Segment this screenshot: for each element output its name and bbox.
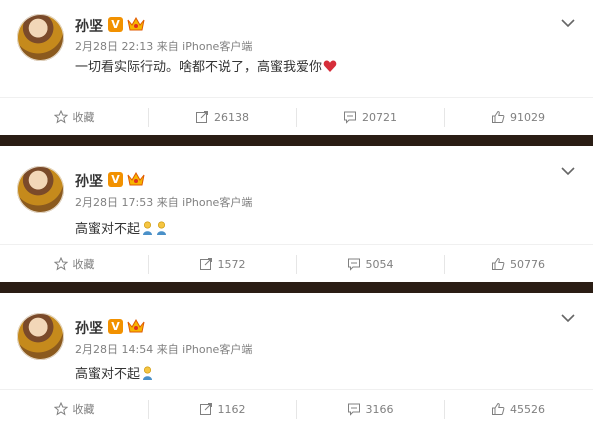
repost-icon bbox=[199, 403, 212, 415]
chevron-down-icon[interactable] bbox=[561, 166, 575, 176]
repost-count: 1162 bbox=[217, 402, 246, 416]
thumbs-up-icon bbox=[492, 402, 505, 415]
post-content: 一切看实际行动。啥都不说了，高蜜我爱你 bbox=[75, 56, 337, 75]
post-content: 高蜜对不起 bbox=[75, 363, 154, 382]
post-divider bbox=[0, 135, 593, 146]
repost-button[interactable]: 26138 bbox=[148, 98, 296, 136]
comment-icon bbox=[347, 403, 360, 416]
kneel-emoji-icon bbox=[143, 366, 153, 380]
avatar[interactable] bbox=[17, 313, 64, 360]
comment-button[interactable]: 5054 bbox=[296, 245, 444, 283]
avatar[interactable] bbox=[17, 14, 64, 61]
favorite-button[interactable]: 收藏 bbox=[0, 245, 148, 283]
star-icon bbox=[53, 257, 68, 271]
heart-icon bbox=[323, 60, 337, 72]
user-name[interactable]: 孙坚 bbox=[75, 16, 103, 36]
weibo-post: 孙坚 V 2月28日 17:53 来自 iPhone客户端 高蜜对不起 收藏 1… bbox=[0, 146, 593, 281]
verified-badge-icon: V bbox=[108, 17, 123, 32]
action-bar: 收藏 1162 3166 45526 bbox=[0, 389, 593, 428]
repost-icon bbox=[196, 111, 208, 123]
repost-count: 26138 bbox=[214, 110, 249, 124]
repost-icon bbox=[199, 258, 212, 270]
post-meta: 2月28日 22:13 来自 iPhone客户端 bbox=[75, 40, 253, 53]
repost-button[interactable]: 1162 bbox=[148, 390, 296, 428]
like-count: 45526 bbox=[510, 402, 545, 416]
post-content: 高蜜对不起 bbox=[75, 218, 168, 237]
like-button[interactable]: 45526 bbox=[444, 390, 592, 428]
post-text: 一切看实际行动。啥都不说了，高蜜我爱你 bbox=[75, 60, 323, 75]
kneel-emoji-icon bbox=[157, 221, 167, 235]
comment-button[interactable]: 20721 bbox=[296, 98, 444, 136]
post-divider bbox=[0, 282, 593, 293]
chevron-down-icon[interactable] bbox=[561, 313, 575, 323]
like-button[interactable]: 50776 bbox=[444, 245, 592, 283]
avatar[interactable] bbox=[17, 166, 64, 213]
crown-icon bbox=[127, 171, 145, 186]
post-meta: 2月28日 14:54 来自 iPhone客户端 bbox=[75, 343, 253, 356]
verified-badge-icon: V bbox=[108, 172, 123, 187]
weibo-post: 孙坚 V 2月28日 14:54 来自 iPhone客户端 高蜜对不起 收藏 1… bbox=[0, 293, 593, 427]
verified-badge-icon: V bbox=[108, 319, 123, 334]
comment-count: 3166 bbox=[365, 402, 394, 416]
action-bar: 收藏 26138 20721 91029 bbox=[0, 97, 593, 136]
kneel-emoji-icon bbox=[143, 221, 153, 235]
action-bar: 收藏 1572 5054 50776 bbox=[0, 244, 593, 283]
post-meta: 2月28日 17:53 来自 iPhone客户端 bbox=[75, 196, 253, 209]
crown-icon bbox=[127, 318, 145, 333]
repost-count: 1572 bbox=[217, 257, 246, 271]
comment-icon bbox=[344, 111, 356, 124]
favorite-button[interactable]: 收藏 bbox=[0, 390, 148, 428]
post-text: 高蜜对不起 bbox=[75, 222, 141, 237]
like-count: 91029 bbox=[510, 110, 545, 124]
user-name[interactable]: 孙坚 bbox=[75, 318, 103, 338]
comment-count: 20721 bbox=[362, 110, 397, 124]
comment-count: 5054 bbox=[365, 257, 394, 271]
comment-icon bbox=[347, 258, 360, 271]
favorite-label: 收藏 bbox=[72, 403, 95, 416]
post-text: 高蜜对不起 bbox=[75, 367, 141, 382]
star-icon bbox=[53, 402, 68, 416]
comment-button[interactable]: 3166 bbox=[296, 390, 444, 428]
favorite-button[interactable]: 收藏 bbox=[0, 98, 148, 136]
user-name[interactable]: 孙坚 bbox=[75, 171, 103, 191]
like-button[interactable]: 91029 bbox=[444, 98, 592, 136]
favorite-label: 收藏 bbox=[72, 111, 95, 124]
like-count: 50776 bbox=[510, 257, 545, 271]
crown-icon bbox=[127, 16, 145, 31]
star-icon bbox=[53, 110, 68, 124]
thumbs-up-icon bbox=[492, 257, 505, 270]
thumbs-up-icon bbox=[492, 110, 505, 123]
repost-button[interactable]: 1572 bbox=[148, 245, 296, 283]
weibo-post: 孙坚 V 2月28日 22:13 来自 iPhone客户端 一切看实际行动。啥都… bbox=[0, 0, 593, 135]
favorite-label: 收藏 bbox=[72, 258, 95, 271]
chevron-down-icon[interactable] bbox=[561, 18, 575, 28]
